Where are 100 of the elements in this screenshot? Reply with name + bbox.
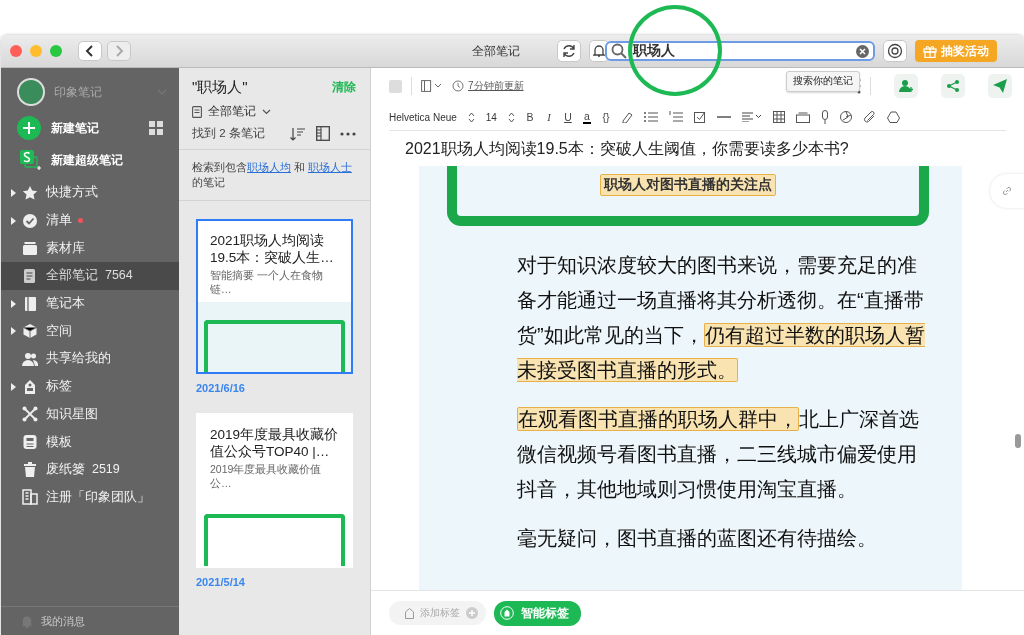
sidebar-item[interactable]: 笔记本 xyxy=(1,289,179,318)
clear-search-icon[interactable] xyxy=(856,44,869,58)
plus-icon xyxy=(17,116,41,140)
horizontal-rule-icon[interactable] xyxy=(716,116,731,118)
last-updated-link[interactable]: 7分钟前更新 xyxy=(468,79,524,93)
cube-icon xyxy=(22,323,38,340)
avatar-icon[interactable] xyxy=(17,78,45,106)
microphone-icon[interactable] xyxy=(820,110,829,124)
sidebar-item[interactable]: 全部笔记 7564 xyxy=(1,262,179,290)
format-button[interactable]: I xyxy=(544,111,553,123)
sidebar-item[interactable]: 标签 xyxy=(1,372,179,401)
checkbox-icon[interactable] xyxy=(693,111,706,123)
tag-icon xyxy=(405,607,414,619)
link-icon xyxy=(1001,185,1013,197)
sidebar-item[interactable]: 共享给我的 xyxy=(1,345,179,373)
bell-icon xyxy=(593,44,605,58)
font-family-dropdown[interactable]: Helvetica Neue xyxy=(389,111,457,123)
view-layout-icon[interactable] xyxy=(316,126,330,141)
font-size-dropdown[interactable]: 14 xyxy=(485,111,497,123)
format-button[interactable]: U xyxy=(563,111,572,123)
highlighter-icon[interactable] xyxy=(620,111,633,123)
star-icon xyxy=(22,184,38,201)
folder-icon xyxy=(22,240,38,257)
share-icon xyxy=(946,79,960,93)
search-tooltip: 搜索你的笔记 xyxy=(786,71,860,92)
paperclip-icon[interactable] xyxy=(862,110,876,124)
gift-icon xyxy=(923,44,937,58)
highlighted-search-match: 职场人对图书直播的关注点 xyxy=(600,174,776,196)
person-add-icon xyxy=(899,79,913,93)
search-query-title: "职场人" xyxy=(192,78,248,97)
sidebar-item[interactable]: 空间 xyxy=(1,317,179,346)
table-icon[interactable] xyxy=(772,111,785,123)
layout-dropdown-icon[interactable] xyxy=(421,80,443,92)
grid-icon[interactable] xyxy=(149,121,163,135)
expand-arrow-icon[interactable] xyxy=(11,382,16,391)
sidebar-item[interactable]: 废纸篓 2519 xyxy=(1,455,179,484)
format-button[interactable]: {} xyxy=(601,111,610,123)
sidebar-item[interactable]: 素材库 xyxy=(1,234,179,263)
building-icon xyxy=(22,489,38,506)
note-icon xyxy=(192,105,202,118)
search-hint-text: 检索到包含职场人均 和 职场人士 的笔记 xyxy=(179,150,370,201)
scope-dropdown[interactable]: 全部笔记 xyxy=(192,104,271,119)
note-card[interactable]: 2019年度最具收藏价值公众号TOP40 |… 2019年度最具收藏价值公… xyxy=(196,413,353,568)
expand-arrow-icon[interactable] xyxy=(11,216,16,225)
sidebar-item[interactable]: 快捷方式 xyxy=(1,179,179,207)
chevron-left-icon xyxy=(85,44,95,58)
window-title: 全部笔记 xyxy=(472,42,521,60)
sidebar-item[interactable]: 模板 xyxy=(1,428,179,456)
keyword-link[interactable]: 职场人均 xyxy=(247,161,291,173)
plus-circle-icon xyxy=(466,607,478,619)
aperture-icon[interactable] xyxy=(839,111,852,123)
new-super-note-button[interactable]: 新建超级笔记 xyxy=(19,149,179,171)
format-button[interactable]: B xyxy=(525,111,534,123)
notebook-icon xyxy=(22,295,38,312)
note-summary: 2019年度最具收藏价值公… xyxy=(209,462,323,491)
paragraph: 对于知识浓度较大的图书来说，需要充足的准备才能通过一场直播将其分析透彻。在“直播带货”如此常见的当下，仍有超过半数的职场人暂未接受图书直播的形式。 xyxy=(517,253,926,384)
note-date: 2021/5/14 xyxy=(196,576,246,588)
paragraph: 在观看图书直播的职场人群中，北上广深首选微信视频号看图书直播，二三线城市偏爱使用抖音，其他地域则习惯使用淘宝直播。 xyxy=(517,406,920,502)
sidebar-item[interactable]: 注册「印象团队」 xyxy=(1,483,179,512)
super-note-icon xyxy=(19,149,43,171)
align-dropdown-icon[interactable] xyxy=(741,112,762,122)
expand-arrow-icon[interactable] xyxy=(11,188,16,197)
share-button[interactable] xyxy=(941,74,965,98)
stepper-icon[interactable] xyxy=(507,111,515,123)
scrollbar-thumb[interactable] xyxy=(1015,434,1021,448)
notifications-button[interactable] xyxy=(589,40,609,62)
note-card[interactable]: 2021职场人均阅读19.5本：突破人生… 智能摘要 一个人在食物链… xyxy=(196,219,353,374)
trash-icon xyxy=(22,461,38,478)
check-circle-icon xyxy=(22,212,38,229)
keyword-link[interactable]: 职场人士 xyxy=(307,161,352,173)
note-title: 2021职场人均阅读19.5本：突破人生阈值，你需要读多少本书? xyxy=(404,139,850,159)
people-icon xyxy=(22,350,38,367)
sync-button[interactable] xyxy=(557,40,581,62)
search-field[interactable]: 职场人 xyxy=(605,41,875,61)
card-icon[interactable] xyxy=(795,111,810,123)
note-title: 2019年度最具收藏价值公众号TOP40 |… xyxy=(209,426,340,460)
expand-arrow-icon[interactable] xyxy=(11,327,16,336)
format-button[interactable]: a xyxy=(582,110,591,124)
share-with-person-button[interactable] xyxy=(894,74,918,98)
expand-arrow-icon[interactable] xyxy=(11,299,16,308)
tag-icon xyxy=(22,378,38,395)
send-button[interactable] xyxy=(988,74,1012,98)
stepper-icon[interactable] xyxy=(467,111,475,123)
account-button[interactable] xyxy=(883,40,907,62)
sidebar-item[interactable]: 清单 xyxy=(1,206,179,235)
more-icon[interactable] xyxy=(340,131,356,136)
note-title: 2021职场人均阅读19.5本：突破人生… xyxy=(209,232,335,266)
bullet-list-icon[interactable] xyxy=(643,111,658,123)
note-summary: 智能摘要 一个人在食物链… xyxy=(209,268,324,297)
sort-icon[interactable] xyxy=(290,126,306,141)
back-button[interactable] xyxy=(78,41,102,61)
clock-icon xyxy=(452,80,464,92)
sidebar-item[interactable]: 知识星图 xyxy=(1,400,179,429)
chevron-right-icon xyxy=(114,44,124,58)
result-count: 找到 2 条笔记 xyxy=(192,126,265,141)
paragraph: 毫无疑问，图书直播的蓝图还有待描绘。 xyxy=(517,526,878,551)
paper-plane-icon xyxy=(993,79,1007,93)
new-note-button[interactable]: 新建笔记 xyxy=(17,116,99,140)
note-date: 2021/6/16 xyxy=(196,382,246,394)
search-icon xyxy=(611,43,627,59)
